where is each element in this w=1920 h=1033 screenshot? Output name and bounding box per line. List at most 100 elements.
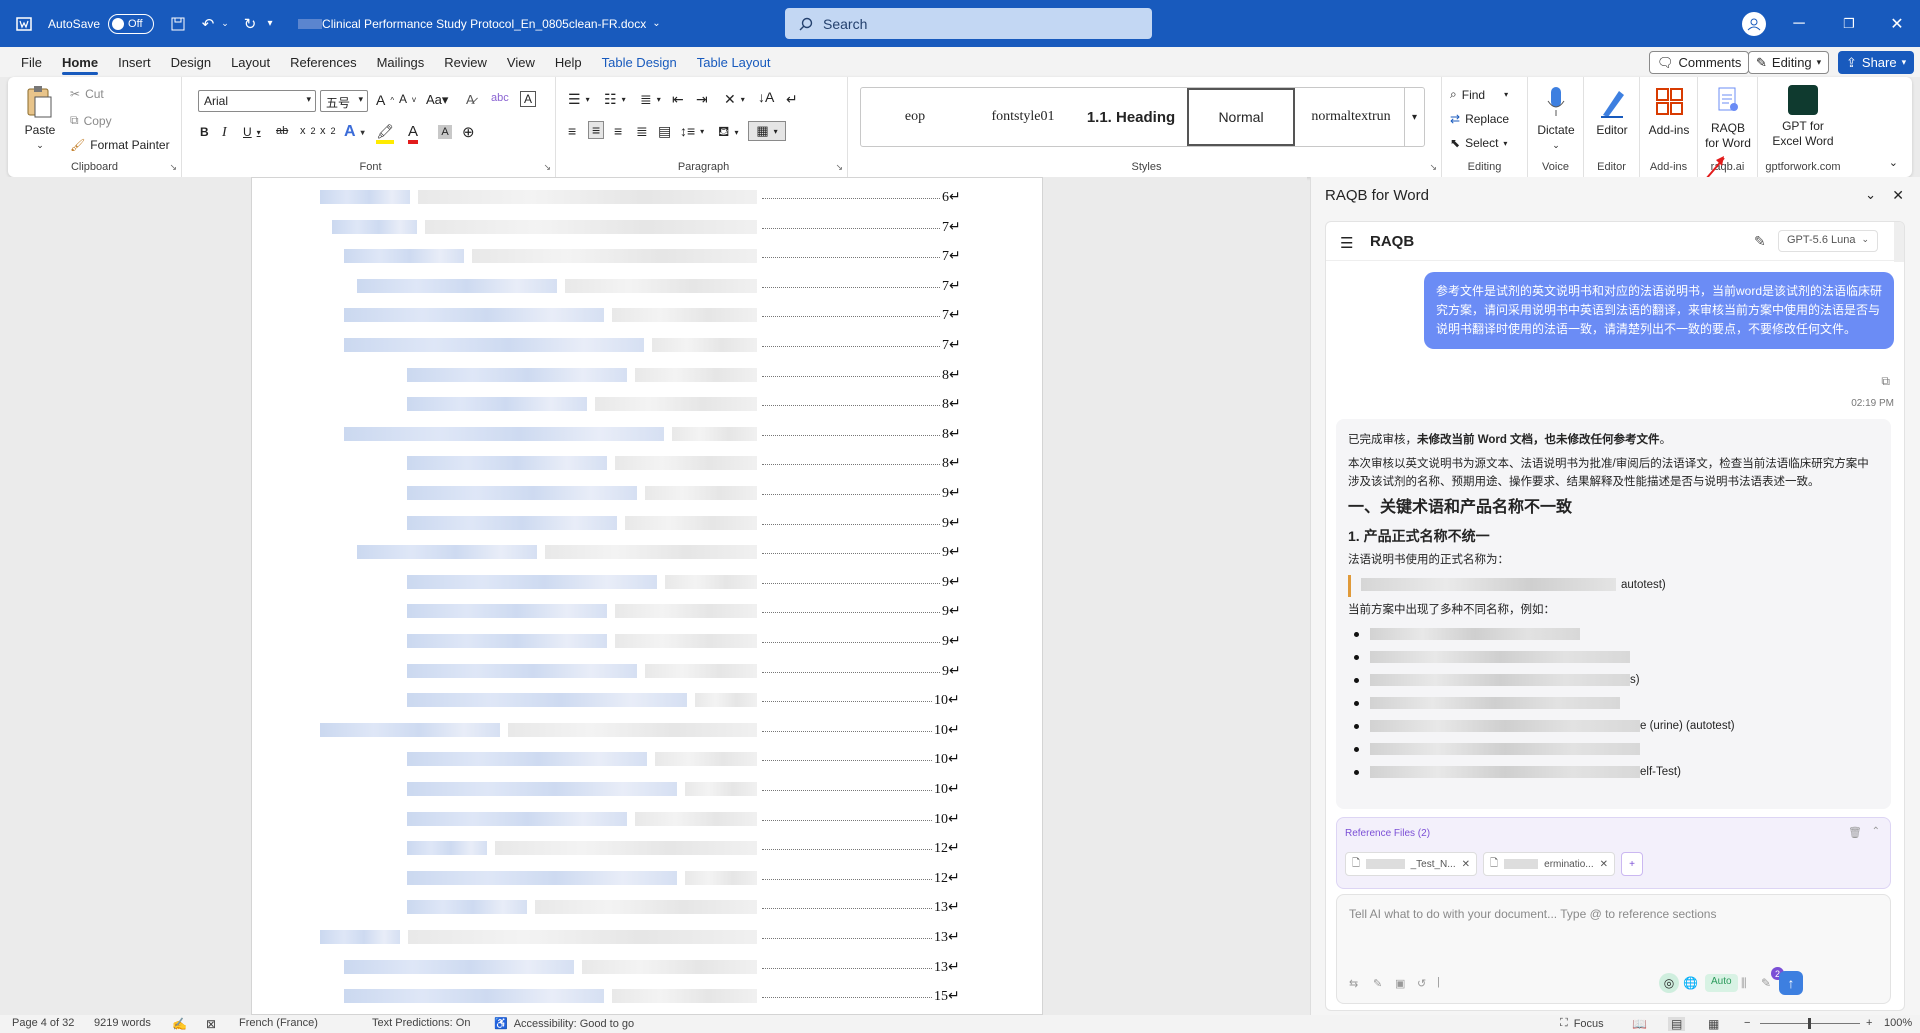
toc-entry[interactable]: 7↵ <box>252 277 1042 295</box>
model-selector[interactable]: GPT-5.6 Luna ⌄ <box>1778 230 1879 252</box>
send-button[interactable]: ↑ <box>1779 971 1803 995</box>
superscript-icon[interactable]: x2 <box>320 125 336 137</box>
redo-icon[interactable]: ↻ <box>238 12 262 36</box>
phonetic-guide-icon[interactable]: abc <box>491 92 509 104</box>
toc-entry[interactable]: 10↵ <box>252 780 1042 798</box>
style-eop[interactable]: eop <box>861 88 969 146</box>
accessibility-status[interactable]: ♿ Accessibility: Good to go <box>494 1017 634 1031</box>
tab-design[interactable]: Design <box>161 47 221 77</box>
font-size-box[interactable]: 五号 ▾ <box>320 90 368 112</box>
text-effects-icon[interactable]: A ▾ <box>344 123 365 141</box>
account-avatar[interactable] <box>1742 12 1766 36</box>
paragraph-launcher-icon[interactable]: ↘ <box>835 162 843 173</box>
toc-entry[interactable]: 10↵ <box>252 810 1042 828</box>
read-mode-icon[interactable]: 📖 <box>1632 1017 1647 1031</box>
macro-icon[interactable]: ⊠ <box>206 1017 216 1031</box>
toc-entry[interactable]: 10↵ <box>252 750 1042 768</box>
print-layout-icon[interactable]: ▤ <box>1668 1017 1686 1031</box>
tab-references[interactable]: References <box>280 47 366 77</box>
highlight-color-icon[interactable]: 🖍 <box>376 123 394 144</box>
paste-button[interactable]: Paste ⌄ <box>20 85 60 153</box>
shrink-font-icon[interactable]: Av <box>399 92 416 106</box>
strikethrough-icon[interactable]: ab <box>276 125 288 137</box>
font-name-box[interactable]: Arial ▾ <box>198 90 316 112</box>
tab-mailings[interactable]: Mailings <box>367 47 435 77</box>
raqb-for-word-button[interactable]: RAQB for Word <box>1700 85 1756 151</box>
styles-launcher-icon[interactable]: ↘ <box>1429 162 1437 173</box>
toc-entry[interactable]: 10↵ <box>252 691 1042 709</box>
reference-chip-2[interactable]: 🗋 erminatio... ✕ <box>1483 852 1615 876</box>
find-button[interactable]: ⌕ Find ▾ <box>1450 87 1508 102</box>
toc-entry[interactable]: 7↵ <box>252 306 1042 324</box>
toc-entry[interactable]: 13↵ <box>252 898 1042 916</box>
toc-entry[interactable]: 9↵ <box>252 573 1042 591</box>
toc-entry[interactable]: 9↵ <box>252 632 1042 650</box>
select-button[interactable]: ⬉ Select ▾ <box>1450 136 1507 150</box>
comments-button[interactable]: 🗨 Comments <box>1649 51 1750 74</box>
copy-message-icon[interactable]: ⧉ <box>1881 374 1890 389</box>
editing-mode-button[interactable]: ✎ Editing ▾ <box>1748 51 1830 74</box>
multilevel-list-icon[interactable]: ≣ ▾ <box>640 91 661 108</box>
filename-chevron-icon[interactable]: ⌄ <box>652 18 660 29</box>
tab-insert[interactable]: Insert <box>108 47 161 77</box>
add-reference-icon[interactable]: + <box>1621 852 1643 876</box>
document-filename[interactable]: Clinical Performance Study Protocol_En_0… <box>322 17 646 31</box>
font-launcher-icon[interactable]: ↘ <box>543 162 551 173</box>
web-layout-icon[interactable]: ▦ <box>1708 1017 1719 1031</box>
toc-entry[interactable]: 7↵ <box>252 247 1042 265</box>
increase-indent-icon[interactable]: ⇥ <box>696 91 708 108</box>
history-icon[interactable]: ↺ <box>1417 977 1426 990</box>
replace-button[interactable]: ⇄ Replace <box>1450 112 1509 126</box>
word-app-icon[interactable] <box>12 12 36 36</box>
character-shading-icon[interactable]: A <box>438 125 452 139</box>
text-predictions[interactable]: Text Predictions: On <box>372 1017 470 1029</box>
tab-view[interactable]: View <box>497 47 545 77</box>
enclose-characters-icon[interactable]: ⊕ <box>462 123 475 141</box>
proofing-icon[interactable]: ✍ <box>172 1017 187 1031</box>
addins-button[interactable]: Add-ins <box>1644 85 1694 138</box>
pane-close-icon[interactable]: ✕ <box>1892 187 1904 204</box>
toc-entry[interactable]: 7↵ <box>252 336 1042 354</box>
ribbon-collapse-icon[interactable]: ⌄ <box>1889 156 1898 169</box>
web-search-icon[interactable]: ◎ <box>1659 973 1679 993</box>
pane-options-chevron-icon[interactable]: ⌄ <box>1865 187 1876 203</box>
style-normaltextrun[interactable]: normaltextrun <box>1297 88 1405 146</box>
clear-formatting-icon[interactable]: A̷ <box>466 92 475 107</box>
tab-review[interactable]: Review <box>434 47 497 77</box>
zoom-out-icon[interactable]: − <box>1744 1017 1750 1029</box>
remove-chip-icon[interactable]: ✕ <box>1462 859 1470 870</box>
change-case-icon[interactable]: Aa▾ <box>426 92 448 108</box>
styles-more-icon[interactable]: ▾ <box>1404 88 1424 146</box>
auto-mode-badge[interactable]: Auto <box>1705 974 1738 992</box>
align-right-icon[interactable]: ≡ <box>614 123 622 139</box>
toc-entry[interactable]: 8↵ <box>252 425 1042 443</box>
dictate-button[interactable]: Dictate ⌄ <box>1532 85 1580 153</box>
style-normal[interactable]: Normal <box>1187 88 1295 146</box>
toc-entry[interactable]: 7↵ <box>252 218 1042 236</box>
tab-home[interactable]: Home <box>52 47 108 77</box>
toc-entry[interactable]: 8↵ <box>252 366 1042 384</box>
decrease-indent-icon[interactable]: ⇤ <box>672 91 684 108</box>
translate-icon[interactable]: ⇆ <box>1349 977 1358 990</box>
toc-entry[interactable]: 12↵ <box>252 869 1042 887</box>
bullets-icon[interactable]: ☰ ▾ <box>568 91 590 108</box>
attach-icon[interactable]: ✎ <box>1761 976 1771 990</box>
remove-chip-icon[interactable]: ✕ <box>1600 859 1608 870</box>
sort-icon[interactable]: ↓A <box>758 89 774 105</box>
show-marks-icon[interactable]: ↵ <box>786 91 798 108</box>
page-count[interactable]: Page 4 of 32 <box>12 1017 74 1029</box>
zoom-level[interactable]: 100% <box>1884 1017 1912 1029</box>
collapse-chevron-icon[interactable]: ⌃ <box>1872 826 1880 837</box>
tab-layout[interactable]: Layout <box>221 47 280 77</box>
toc-entry[interactable]: 9↵ <box>252 602 1042 620</box>
toc-entry[interactable]: 9↵ <box>252 662 1042 680</box>
bold-icon[interactable]: B <box>200 125 209 139</box>
toc-entry[interactable]: 9↵ <box>252 543 1042 561</box>
subscript-icon[interactable]: x2 <box>300 125 316 137</box>
share-button[interactable]: ⇪ Share ▾ <box>1838 51 1915 74</box>
customize-toolbar-icon[interactable]: ▾ <box>262 12 278 36</box>
image-icon[interactable]: ▣ <box>1395 977 1405 990</box>
save-icon[interactable] <box>166 12 190 36</box>
toc-entry[interactable]: 13↵ <box>252 928 1042 946</box>
copy-button[interactable]: ⧉ Copy <box>70 113 112 128</box>
